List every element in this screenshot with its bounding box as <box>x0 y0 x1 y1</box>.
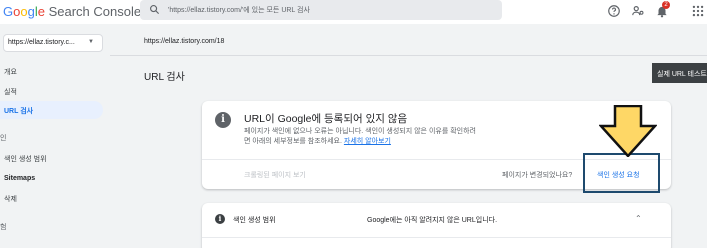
sidebar-item-removals[interactable]: 삭제 <box>4 194 17 204</box>
description-text: 면 아래의 세부정보를 참조하세요. <box>244 138 342 145</box>
coverage-title: 색인 생성 범위 <box>233 217 276 224</box>
info-icon: i <box>215 214 225 224</box>
notification-badge: 2 <box>662 1 670 9</box>
logo-letter: e <box>37 4 45 19</box>
top-bar: Google Search Console 'https://ellaz.tis… <box>0 0 707 24</box>
search-input[interactable]: 'https://ellaz.tistory.com/'에 있는 모든 URL … <box>140 0 502 20</box>
info-icon: i <box>215 112 231 128</box>
sidebar-item-label: URL 검사 <box>4 108 34 115</box>
sidebar-item-overview[interactable]: 개요 <box>4 67 17 77</box>
logo-letter: G <box>3 4 14 19</box>
divider <box>202 237 671 238</box>
chevron-down-icon: ▼ <box>88 39 94 45</box>
chevron-up-icon[interactable]: ⌃ <box>635 214 642 223</box>
page-changed-text: 페이지가 변경되었나요? <box>502 172 573 179</box>
description-line: 페이지가 색인에 없으나 오류는 아닙니다. 색인이 생성되지 않은 이유를 확… <box>244 128 476 135</box>
coverage-card: i 색인 생성 범위 Google에는 아직 알려지지 않은 URL입니다. ⌃ <box>202 203 671 248</box>
learn-more-link[interactable]: 자세히 알아보기 <box>344 138 391 145</box>
apps-grid-icon[interactable] <box>691 4 705 18</box>
page-title: URL 검사 <box>144 72 185 83</box>
logo-letter: o <box>20 4 28 19</box>
sidebar-item-url-inspection[interactable]: URL 검사 <box>0 101 103 119</box>
manage-users-icon[interactable] <box>631 4 645 18</box>
index-status-description: 페이지가 색인에 없으나 오류는 아닙니다. 색인이 생성되지 않은 이유를 확… <box>244 127 544 147</box>
property-selector[interactable]: https://ellaz.tistory.c... ▼ <box>3 34 103 52</box>
logo-product-name: Search Console <box>44 4 142 19</box>
description-line-2: 면 아래의 세부정보를 참조하세요. 자세히 알아보기 <box>244 137 544 147</box>
inspected-url: https://ellaz.tistory.com/18 <box>144 38 225 45</box>
divider <box>110 55 707 56</box>
sidebar: https://ellaz.tistory.c... ▼ 개요 실적 URL 검… <box>0 24 110 248</box>
sidebar-section-index: 인 <box>0 135 7 142</box>
live-test-button[interactable]: 실제 URL 테스트 <box>652 63 707 83</box>
sidebar-item-coverage[interactable]: 색인 생성 범위 <box>4 154 47 164</box>
property-url: https://ellaz.tistory.c... <box>8 39 75 46</box>
request-indexing-button[interactable]: 색인 생성 요청 <box>583 153 660 193</box>
sidebar-item-performance[interactable]: 실적 <box>4 87 17 97</box>
search-icon <box>150 5 160 15</box>
sidebar-section-experience: 험 <box>0 224 7 231</box>
help-icon[interactable] <box>607 4 621 18</box>
sidebar-item-sitemaps[interactable]: Sitemaps <box>4 175 35 182</box>
search-console-logo[interactable]: Google Search Console <box>3 4 141 19</box>
search-placeholder: 'https://ellaz.tistory.com/'에 있는 모든 URL … <box>168 7 310 14</box>
request-indexing-label: 색인 생성 요청 <box>597 172 640 179</box>
logo-letter: g <box>27 4 35 19</box>
index-status-title: URL이 Google에 등록되어 있지 않음 <box>244 113 408 125</box>
annotation-arrow-icon <box>599 105 657 157</box>
coverage-status: Google에는 아직 알려지지 않은 URL입니다. <box>367 217 498 224</box>
view-crawled-page-button[interactable]: 크롤링된 페이지 보기 <box>244 170 306 180</box>
